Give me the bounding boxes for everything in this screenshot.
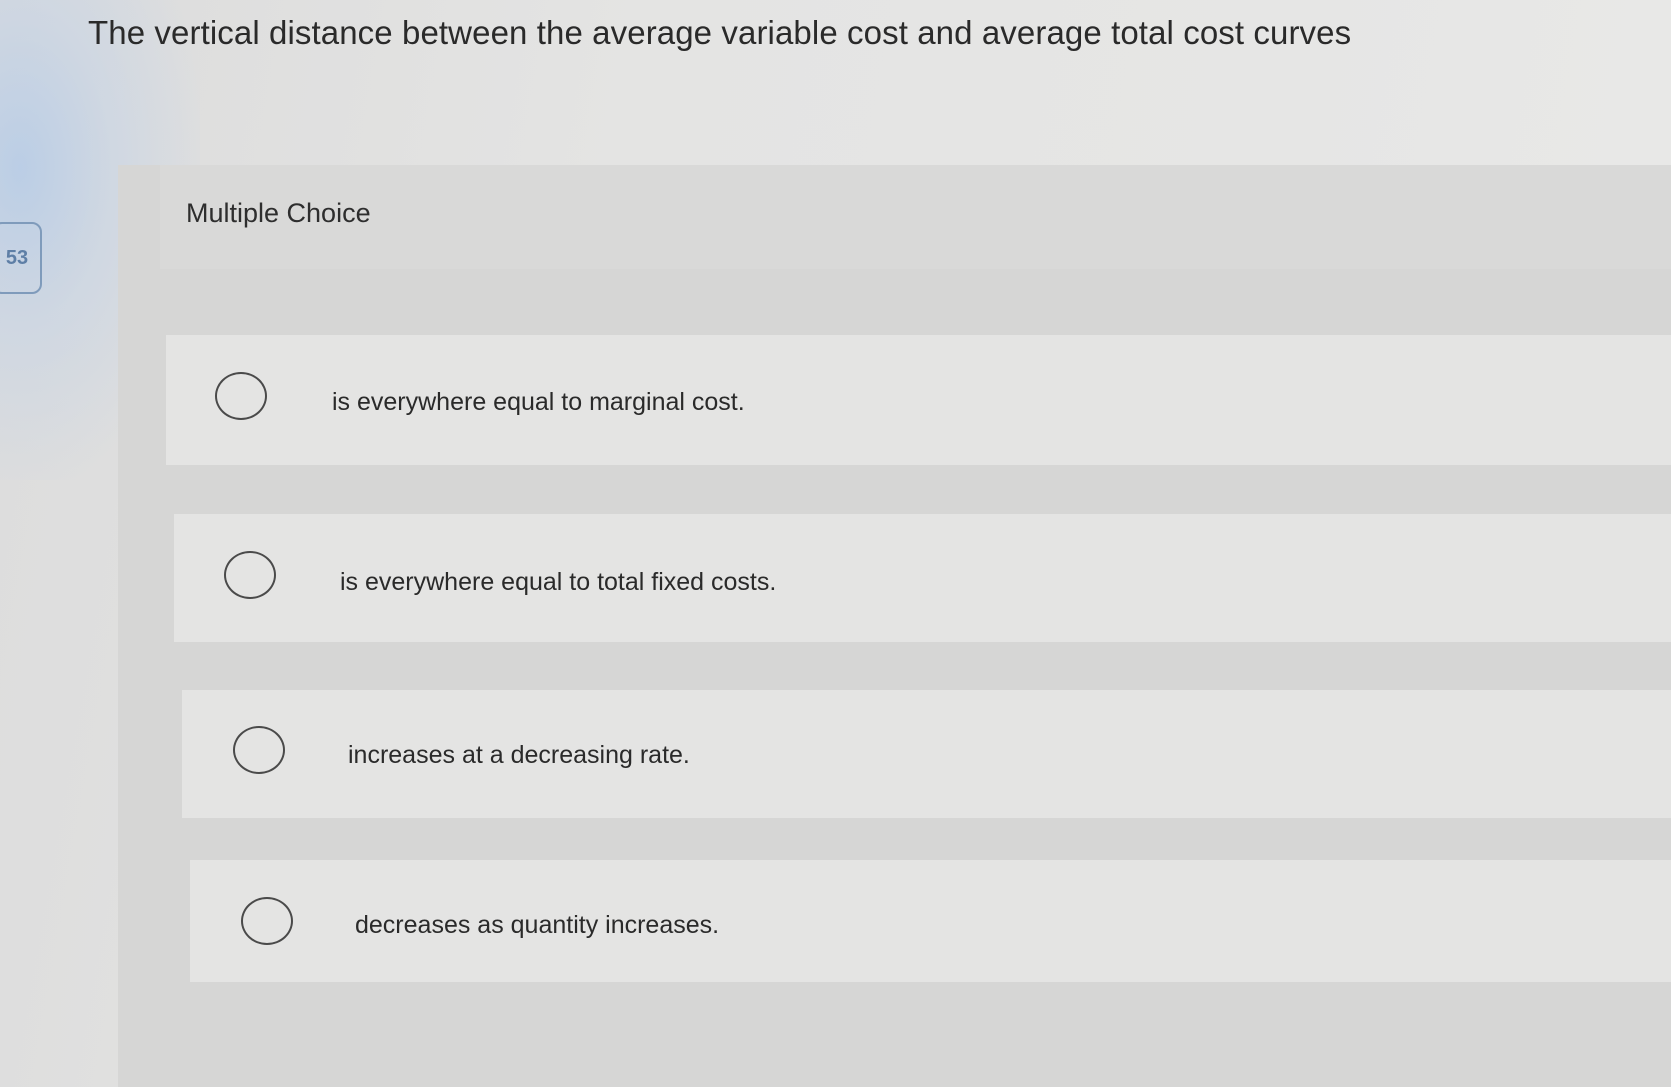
answer-option-2-label[interactable]: is everywhere equal to total fixed costs… <box>340 568 776 597</box>
answer-option-3-label[interactable]: increases at a decreasing rate. <box>348 741 690 770</box>
question-type-label: Multiple Choice <box>186 198 371 228</box>
radio-button-option-2[interactable] <box>224 551 276 599</box>
answer-option-1-label[interactable]: is everywhere equal to marginal cost. <box>332 388 745 417</box>
question-number-badge[interactable]: 53 <box>0 222 42 294</box>
answer-panel-header <box>160 165 1671 269</box>
answer-option-4-label[interactable]: decreases as quantity increases. <box>355 911 719 940</box>
radio-button-option-1[interactable] <box>215 372 267 420</box>
question-prompt: The vertical distance between the averag… <box>88 14 1352 51</box>
radio-button-option-3[interactable] <box>233 726 285 774</box>
radio-button-option-4[interactable] <box>241 897 293 945</box>
